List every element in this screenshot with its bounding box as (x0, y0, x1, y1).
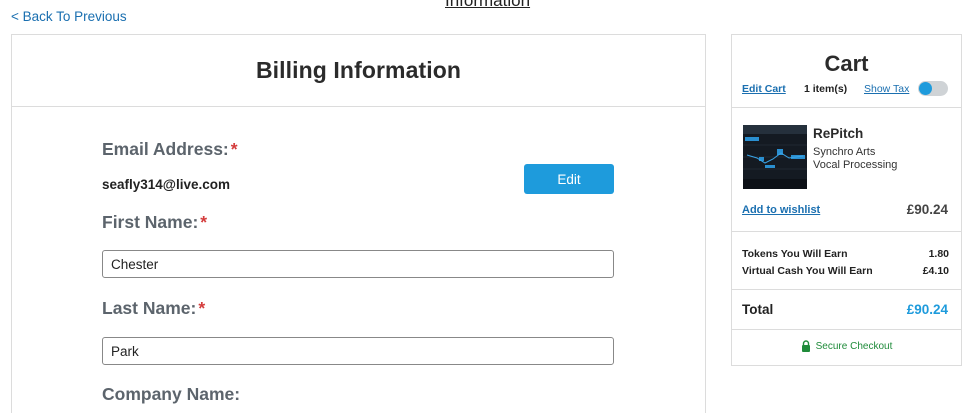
required-marker: * (200, 212, 208, 232)
virtual-cash-earn-row: Virtual Cash You Will Earn £4.10 (742, 265, 949, 277)
edit-cart-link[interactable]: Edit Cart (742, 83, 786, 95)
virtual-cash-earn-value: £4.10 (922, 265, 949, 277)
product-image[interactable] (743, 125, 807, 189)
product-name[interactable]: RePitch (813, 126, 863, 141)
secure-checkout: Secure Checkout (732, 340, 961, 352)
last-name-label: Last Name: * (102, 298, 205, 319)
cart-divider (732, 329, 961, 330)
last-name-input[interactable] (102, 337, 614, 365)
required-marker: * (230, 139, 238, 159)
billing-panel: Billing Information Email Address: * seaf… (11, 34, 706, 413)
item-price: £90.24 (906, 202, 948, 217)
secure-checkout-text: Secure Checkout (815, 340, 893, 352)
tokens-earn-label: Tokens You Will Earn (742, 248, 848, 260)
lock-icon (801, 340, 810, 352)
cart-divider (732, 107, 961, 108)
cart-panel: Cart Edit Cart 1 item(s) Show Tax RePitc… (731, 34, 962, 366)
toggle-knob (919, 82, 932, 95)
back-to-previous-link[interactable]: < Back To Previous (11, 9, 127, 24)
billing-title: Billing Information (255, 57, 462, 83)
cart-divider (732, 289, 961, 290)
edit-email-button[interactable]: Edit (524, 164, 614, 194)
total-label: Total (742, 302, 774, 317)
first-name-input[interactable] (102, 250, 614, 278)
total-value: £90.24 (906, 302, 948, 317)
show-tax-link[interactable]: Show Tax (864, 83, 909, 95)
cart-meta: Edit Cart 1 item(s) Show Tax (742, 81, 950, 99)
product-vendor: Synchro Arts (813, 146, 876, 158)
email-label-text: Email Address: (102, 139, 229, 159)
last-name-label-text: Last Name: (102, 298, 197, 318)
required-marker: * (198, 298, 206, 318)
product-category: Vocal Processing (813, 159, 898, 171)
cart-divider (732, 231, 961, 232)
show-tax-toggle[interactable] (918, 81, 948, 96)
tokens-earn-value: 1.80 (928, 248, 949, 260)
item-count: 1 item(s) (804, 83, 848, 95)
add-to-wishlist-link[interactable]: Add to wishlist (742, 204, 820, 216)
first-name-label-text: First Name: (102, 212, 199, 232)
email-value: seafly314@live.com (102, 177, 230, 192)
tokens-earn-row: Tokens You Will Earn 1.80 (742, 248, 949, 260)
billing-header: Billing Information (12, 35, 705, 107)
page-heading: Information (445, 0, 531, 10)
company-name-label: Company Name: (102, 384, 241, 404)
email-label: Email Address: * (102, 139, 238, 160)
virtual-cash-earn-label: Virtual Cash You Will Earn (742, 265, 873, 277)
cart-title: Cart (824, 51, 869, 76)
first-name-label: First Name: * (102, 212, 207, 233)
product-thumbnail-graphic (743, 125, 807, 189)
